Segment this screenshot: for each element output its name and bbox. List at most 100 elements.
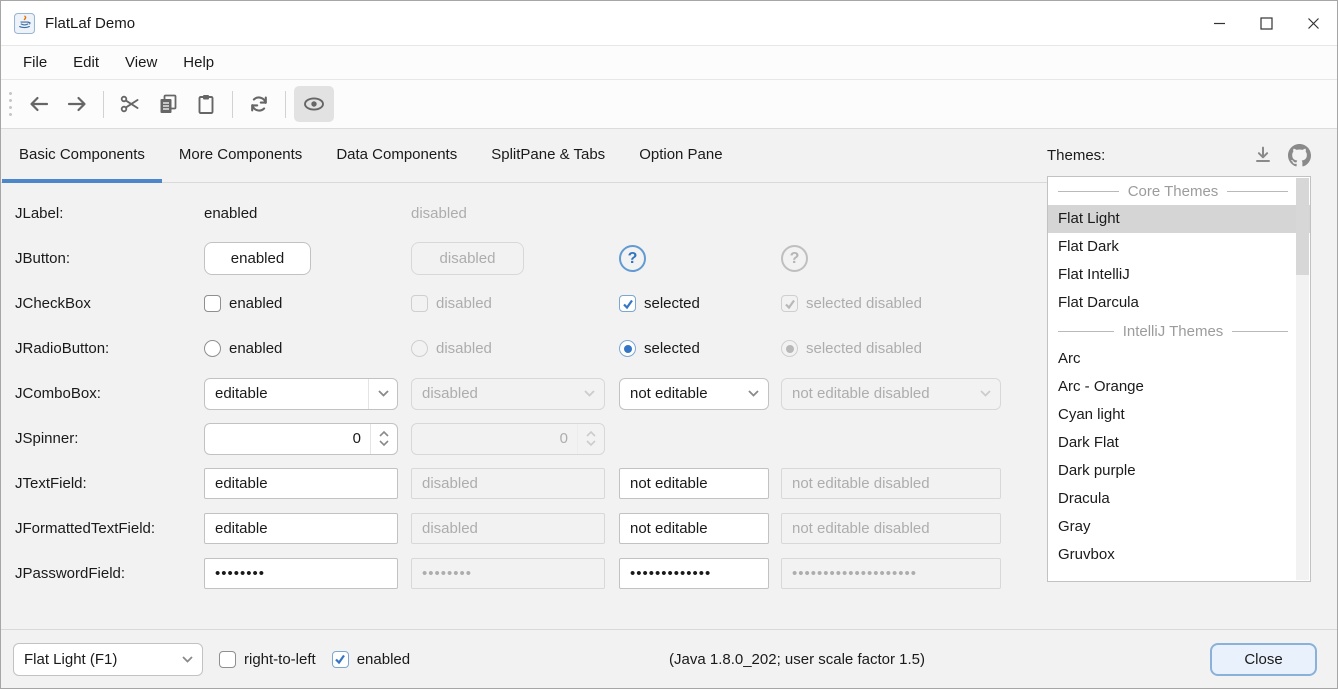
minimize-button[interactable] (1196, 1, 1243, 45)
menu-view[interactable]: View (112, 46, 170, 79)
chevron-down-icon[interactable] (368, 379, 397, 409)
tab-more-components[interactable]: More Components (162, 129, 319, 183)
theme-item-dark-flat[interactable]: Dark Flat (1048, 429, 1310, 457)
radio-circle (204, 340, 221, 357)
checkbox-box (781, 295, 798, 312)
checkbox-enabled[interactable]: enabled (204, 295, 282, 312)
radio-label: disabled (436, 340, 492, 357)
checkbox-label: enabled (357, 651, 410, 668)
formattedfield-not-editable[interactable]: not editable (619, 513, 769, 544)
help-button[interactable]: ? (619, 245, 646, 272)
spinner-value[interactable]: 0 (205, 430, 370, 447)
theme-item-flat-intellij[interactable]: Flat IntelliJ (1048, 261, 1310, 289)
themes-separator-intellij: IntelliJ Themes (1048, 317, 1310, 345)
themes-label: Themes: (1047, 147, 1105, 164)
theme-item-cyan-light[interactable]: Cyan light (1048, 401, 1310, 429)
tab-data-components[interactable]: Data Components (319, 129, 474, 183)
radio-label: selected (644, 340, 700, 357)
bottom-bar: Flat Light (F1) right-to-left enabled (J… (1, 629, 1337, 688)
menu-file[interactable]: File (10, 46, 60, 79)
spinner-arrows-icon[interactable] (370, 424, 397, 454)
back-button[interactable] (21, 86, 57, 122)
tab-splitpane-tabs[interactable]: SplitPane & Tabs (474, 129, 622, 183)
passwordfield-not-editable[interactable]: ••••••••••••• (619, 558, 769, 589)
radio-selected[interactable]: selected (619, 340, 700, 357)
combobox-value: not editable (620, 385, 739, 402)
jformattedtextfield-row-label: JFormattedTextField: (15, 520, 204, 537)
jlabel-enabled: enabled (204, 205, 257, 222)
checkbox-box (332, 651, 349, 668)
tab-basic-components[interactable]: Basic Components (2, 129, 162, 183)
chevron-down-icon[interactable] (739, 379, 768, 409)
jbutton-row-label: JButton: (15, 250, 204, 267)
toolbar-grip[interactable] (9, 92, 12, 116)
radio-enabled[interactable]: enabled (204, 340, 282, 357)
checkbox-selected[interactable]: selected (619, 295, 700, 312)
forward-button[interactable] (59, 86, 95, 122)
maximize-button[interactable] (1243, 1, 1290, 45)
textfield-editable[interactable]: editable (204, 468, 398, 499)
spinner-enabled[interactable]: 0 (204, 423, 398, 455)
download-themes-button[interactable] (1251, 143, 1275, 167)
themes-scrollbar[interactable] (1296, 178, 1309, 580)
themes-header: Themes: (1047, 143, 1311, 167)
right-to-left-checkbox[interactable]: right-to-left (219, 651, 316, 668)
combobox-editable[interactable]: editable (204, 378, 398, 410)
textfield-not-editable[interactable]: not editable (619, 468, 769, 499)
formattedfield-disabled: disabled (411, 513, 605, 544)
combobox-not-editable[interactable]: not editable (619, 378, 769, 410)
back-icon (27, 92, 51, 116)
radio-label: enabled (229, 340, 282, 357)
laf-selector-combobox[interactable]: Flat Light (F1) (13, 643, 203, 676)
jbutton-disabled: disabled (411, 242, 524, 275)
theme-item-gruvbox[interactable]: Gruvbox (1048, 541, 1310, 569)
combobox-value: editable (205, 385, 368, 402)
theme-item-arc-orange[interactable]: Arc - Orange (1048, 373, 1310, 401)
menu-edit[interactable]: Edit (60, 46, 112, 79)
chevron-down-icon[interactable] (173, 644, 202, 675)
cut-icon (118, 92, 142, 116)
formattedfield-not-editable-disabled: not editable disabled (781, 513, 1001, 544)
theme-item-flat-dark[interactable]: Flat Dark (1048, 233, 1310, 261)
menubar: File Edit View Help (1, 46, 1337, 80)
theme-item-arc[interactable]: Arc (1048, 345, 1310, 373)
show-toggle-button[interactable] (294, 86, 334, 122)
jbutton-enabled[interactable]: enabled (204, 242, 311, 275)
theme-item-flat-darcula[interactable]: Flat Darcula (1048, 289, 1310, 317)
spinner-arrows-icon (577, 424, 604, 454)
passwordfield-not-editable-disabled: •••••••••••••••••••• (781, 558, 1001, 589)
jbutton-row: JButton: enabled disabled ? ? (15, 236, 1047, 281)
checkbox-label: right-to-left (244, 651, 316, 668)
toolbar-separator (232, 91, 233, 118)
jcombobox-row-label: JComboBox: (15, 385, 204, 402)
close-button[interactable]: Close (1210, 643, 1317, 676)
java-coffee-cup-icon (14, 13, 35, 34)
scrollbar-thumb[interactable] (1296, 178, 1309, 275)
radio-circle (411, 340, 428, 357)
copy-icon (156, 92, 180, 116)
jtextfield-row: JTextField: editable disabled not editab… (15, 461, 1047, 506)
enabled-checkbox[interactable]: enabled (332, 651, 410, 668)
cut-button[interactable] (112, 86, 148, 122)
passwordfield-disabled: •••••••• (411, 558, 605, 589)
themes-separator-core: Core Themes (1048, 177, 1310, 205)
formattedfield-editable[interactable]: editable (204, 513, 398, 544)
theme-item-flat-light[interactable]: Flat Light (1048, 205, 1310, 233)
copy-button[interactable] (150, 86, 186, 122)
menu-help[interactable]: Help (170, 46, 227, 79)
jpasswordfield-row: JPasswordField: •••••••• •••••••• ••••••… (15, 551, 1047, 596)
paste-button[interactable] (188, 86, 224, 122)
refresh-button[interactable] (241, 86, 277, 122)
tab-option-pane[interactable]: Option Pane (622, 129, 739, 183)
toolbar-separator (285, 91, 286, 118)
theme-item-gray[interactable]: Gray (1048, 513, 1310, 541)
forward-icon (65, 92, 89, 116)
theme-item-dark-purple[interactable]: Dark purple (1048, 457, 1310, 485)
passwordfield-editable[interactable]: •••••••• (204, 558, 398, 589)
laf-selector-value: Flat Light (F1) (14, 651, 173, 668)
close-window-button[interactable] (1290, 1, 1337, 45)
theme-item-dracula[interactable]: Dracula (1048, 485, 1310, 513)
github-button[interactable] (1287, 143, 1311, 167)
separator-label: Core Themes (1128, 183, 1219, 200)
checkbox-label: enabled (229, 295, 282, 312)
